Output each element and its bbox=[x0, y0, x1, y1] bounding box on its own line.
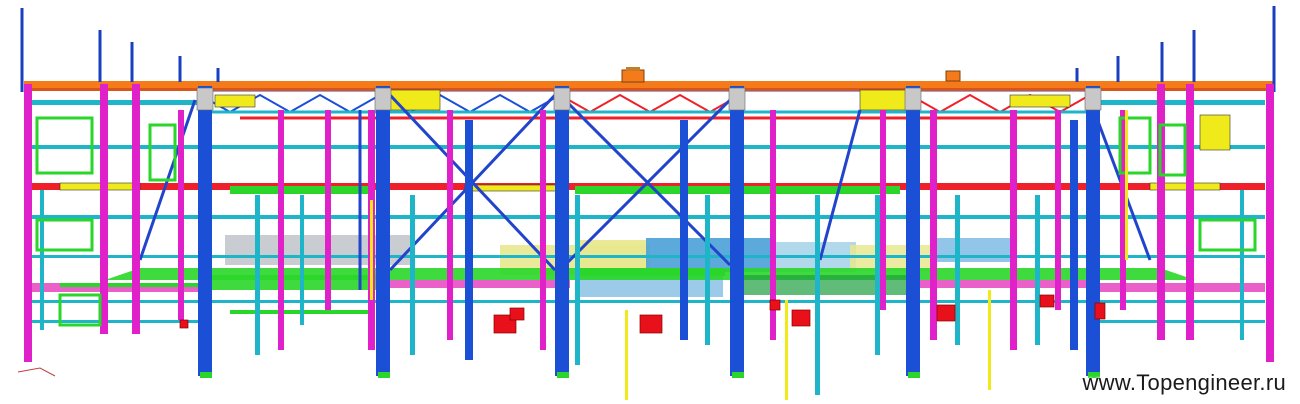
hatched-strips bbox=[59, 89, 1231, 192]
column-bases bbox=[200, 372, 1100, 378]
roof-trusses bbox=[199, 88, 1091, 120]
roof-vents bbox=[621, 67, 961, 83]
slabs bbox=[30, 235, 1265, 297]
steel-frame-illustration bbox=[17, 6, 1276, 400]
corner-sketch bbox=[17, 367, 56, 377]
antennas bbox=[20, 6, 1276, 92]
watermark-text: www.Topengineer.ru bbox=[1082, 370, 1286, 395]
